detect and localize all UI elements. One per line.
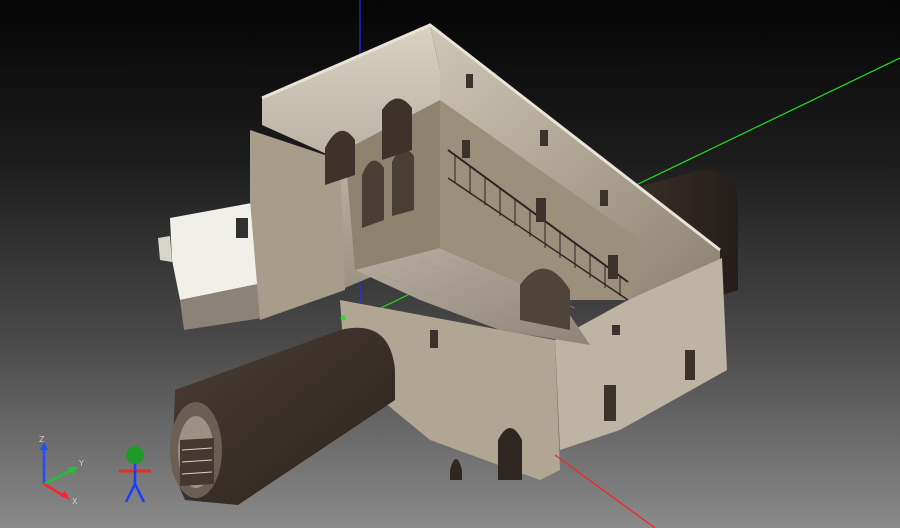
person-right-leg	[133, 483, 146, 503]
origin-marker	[340, 315, 346, 321]
triad-x-axis	[43, 482, 65, 498]
person-left-leg	[124, 483, 137, 503]
3d-viewport[interactable]: Z Y X	[0, 0, 900, 528]
triad-x-label: X	[72, 497, 78, 506]
triad-x-arrow-icon	[60, 491, 70, 500]
person-head	[126, 446, 144, 464]
axis-triad[interactable]: Z Y X	[34, 434, 94, 510]
front-tunnel	[170, 327, 395, 505]
triad-z-label: Z	[39, 435, 45, 444]
triad-y-label: Y	[78, 459, 84, 468]
camera-person-icon[interactable]	[113, 444, 157, 506]
x-axis-line	[554, 454, 656, 528]
triad-y-axis	[43, 468, 73, 486]
